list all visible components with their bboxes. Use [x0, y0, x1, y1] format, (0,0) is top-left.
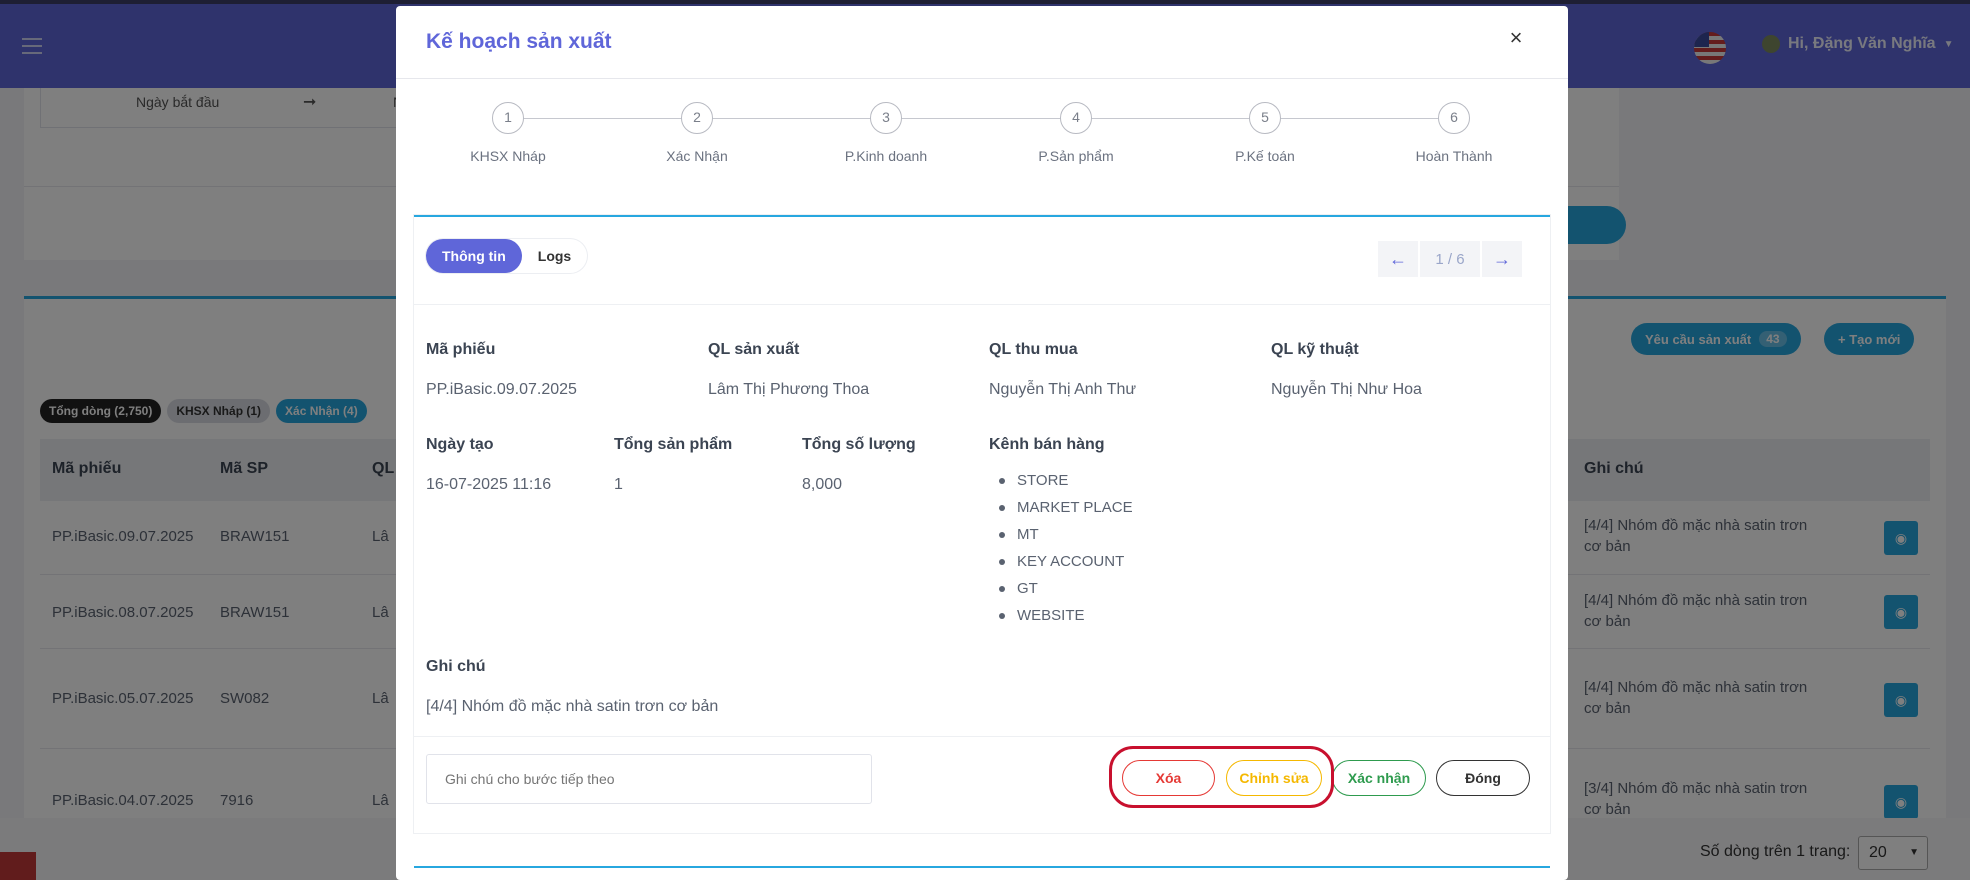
tech-manager-label: QL kỹ thuật: [1271, 341, 1359, 358]
sales-channel-label: Kênh bán hàng: [989, 436, 1105, 453]
list-item: KEY ACCOUNT: [999, 552, 1133, 579]
step-number: 3: [870, 102, 902, 134]
production-plan-modal: Kế hoạch sản xuất × 1 KHSX Nháp 2 Xác Nh…: [396, 6, 1568, 880]
modal-title: Kế hoạch sản xuất: [426, 30, 612, 53]
total-products-value: 1: [614, 476, 623, 493]
code-label: Mã phiếu: [426, 341, 496, 358]
workflow-stepper: 1 KHSX Nháp 2 Xác Nhận 3 P.Kinh doanh 4 …: [396, 102, 1568, 172]
step-label: P.Sản phẩm: [1038, 148, 1114, 164]
step-confirm: 2 Xác Nhận: [617, 102, 777, 164]
record-pager: ← 1 / 6 →: [1378, 241, 1522, 277]
step-sales: 3 P.Kinh doanh: [806, 102, 966, 164]
production-manager-label: QL sản xuất: [708, 341, 800, 358]
sales-channel-list: STORE MARKET PLACE MT KEY ACCOUNT GT WEB…: [999, 471, 1133, 633]
tab-info[interactable]: Thông tin: [426, 239, 522, 273]
step-label: Xác Nhận: [666, 148, 728, 164]
detail-panel: Thông tin Logs ← 1 / 6 → Mã phiếu PP.iBa…: [414, 215, 1550, 833]
divider: [414, 736, 1550, 737]
close-icon[interactable]: ×: [1504, 26, 1528, 50]
list-item: MARKET PLACE: [999, 498, 1133, 525]
step-label: P.Kế toán: [1235, 148, 1295, 164]
tab-logs[interactable]: Logs: [522, 239, 587, 273]
step-number: 6: [1438, 102, 1470, 134]
secondary-panel: [414, 866, 1550, 880]
note-value: [4/4] Nhóm đồ mặc nhà satin trơn cơ bản: [426, 698, 719, 715]
purchase-manager-label: QL thu mua: [989, 341, 1078, 358]
step-label: P.Kinh doanh: [844, 148, 928, 164]
close-button[interactable]: Đóng: [1436, 760, 1530, 796]
created-date-value: 16-07-2025 11:16: [426, 476, 552, 493]
production-manager-value: Lâm Thị Phương Thoa: [708, 381, 870, 398]
tech-manager-value: Nguyễn Thị Như Hoa: [1271, 381, 1422, 398]
total-quantity-value: 8,000: [802, 476, 843, 493]
step-number: 4: [1060, 102, 1092, 134]
step-label: KHSX Nháp: [470, 148, 546, 164]
step-draft: 1 KHSX Nháp: [428, 102, 588, 164]
list-item: STORE: [999, 471, 1133, 498]
created-date-label: Ngày tạo: [426, 436, 494, 453]
page-indicator: 1 / 6: [1420, 241, 1480, 277]
code-value: PP.iBasic.09.07.2025: [426, 381, 577, 398]
step-number: 2: [681, 102, 713, 134]
step-number: 5: [1249, 102, 1281, 134]
step-label: Hoàn Thành: [1415, 148, 1493, 164]
next-step-note-input[interactable]: [426, 754, 872, 804]
step-product: 4 P.Sản phẩm: [996, 102, 1156, 164]
step-complete: 6 Hoàn Thành: [1374, 102, 1534, 164]
detail-tabs: Thông tin Logs: [426, 239, 588, 273]
step-accounting: 5 P.Kế toán: [1185, 102, 1345, 164]
step-number: 1: [492, 102, 524, 134]
confirm-button[interactable]: Xác nhận: [1332, 760, 1426, 796]
list-item: GT: [999, 579, 1133, 606]
note-label: Ghi chú: [426, 658, 486, 675]
arrow-right-icon[interactable]: →: [1482, 241, 1522, 277]
modal-header: Kế hoạch sản xuất ×: [396, 6, 1568, 79]
total-quantity-label: Tổng số lượng: [802, 436, 916, 453]
total-products-label: Tổng sản phẩm: [614, 436, 733, 453]
arrow-left-icon[interactable]: ←: [1378, 241, 1418, 277]
divider: [414, 304, 1550, 305]
highlight-annotation: [1109, 746, 1334, 808]
purchase-manager-value: Nguyễn Thị Anh Thư: [989, 381, 1137, 398]
list-item: WEBSITE: [999, 606, 1133, 633]
list-item: MT: [999, 525, 1133, 552]
